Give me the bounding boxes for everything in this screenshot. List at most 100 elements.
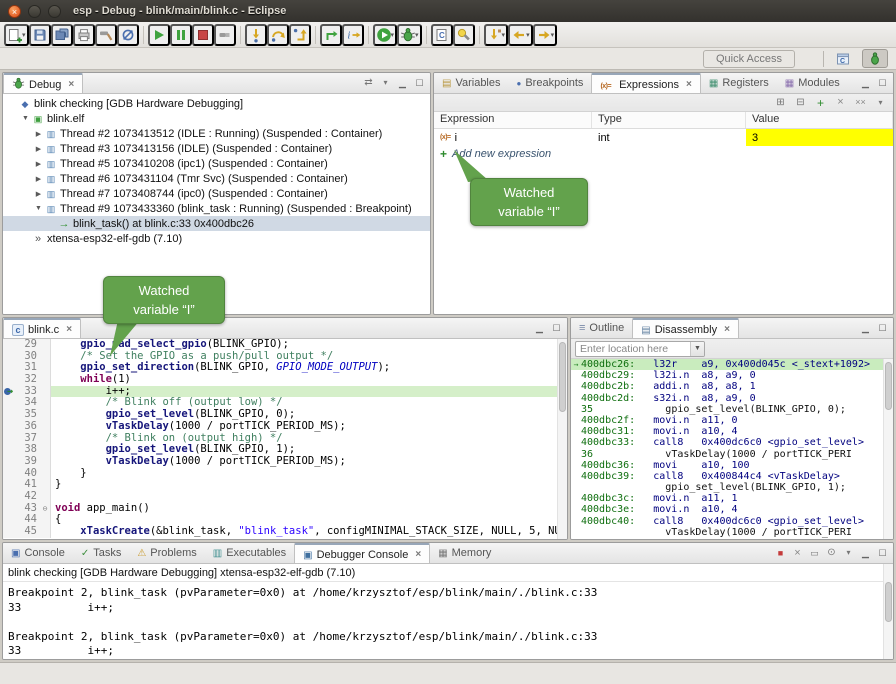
view-menu-icon[interactable]: ▾: [872, 95, 889, 110]
show-type-names-icon[interactable]: ⊞: [772, 95, 789, 110]
minimize-button[interactable]: ▁: [532, 321, 547, 335]
disassembly-vertical-scrollbar[interactable]: [883, 359, 893, 539]
debug-tree-row[interactable]: ▶▥Thread #6 1073431104 (Tmr Svc) (Suspen…: [3, 171, 430, 186]
location-combo[interactable]: Enter location here ▼: [575, 341, 705, 357]
column-header-value[interactable]: Value: [746, 112, 893, 128]
scrollbar-thumb[interactable]: [885, 362, 892, 410]
save-button[interactable]: [29, 24, 51, 46]
maximize-button-icon[interactable]: ☐: [875, 321, 890, 335]
debug-tree-row[interactable]: »xtensa-esp32-elf-gdb (7.10): [3, 231, 430, 246]
clear-console-icon[interactable]: ▭: [807, 546, 822, 560]
debug-tree-row[interactable]: ▼▣blink.elf: [3, 111, 430, 126]
instruction-stepping-button[interactable]: i: [342, 24, 364, 46]
close-tab-icon[interactable]: ×: [415, 549, 421, 560]
tab-problems[interactable]: ⚠Problems: [129, 543, 204, 563]
debug-tree-row[interactable]: ▶▥Thread #5 1073410208 (ipc1) (Suspended…: [3, 156, 430, 171]
window-close-button[interactable]: ×: [8, 5, 21, 18]
tab-console[interactable]: ▣Console: [3, 543, 73, 563]
close-tab-icon[interactable]: ×: [66, 324, 72, 335]
debug-perspective-button[interactable]: [862, 49, 888, 68]
step-over-button[interactable]: [267, 24, 289, 46]
step-into-button[interactable]: [245, 24, 267, 46]
scrollbar-thumb[interactable]: [559, 342, 566, 412]
add-expression-icon[interactable]: +: [812, 95, 829, 110]
new-button[interactable]: ▾: [4, 24, 29, 46]
remove-launch-icon[interactable]: ×: [790, 546, 805, 560]
expand-arrow-icon[interactable]: ▶: [33, 145, 44, 153]
maximize-button[interactable]: ☐: [549, 321, 564, 335]
run-button[interactable]: ▾: [373, 24, 398, 46]
view-menu-icon[interactable]: ▾: [378, 76, 393, 90]
back-button[interactable]: ▾: [508, 24, 533, 46]
tab-memory[interactable]: ▦Memory: [430, 543, 499, 563]
tab-modules[interactable]: ▦Modules: [777, 73, 848, 93]
step-return-button[interactable]: [289, 24, 311, 46]
terminate-red-icon[interactable]: ■: [773, 546, 788, 560]
last-edit-button[interactable]: ▾: [484, 24, 509, 46]
fold-marker[interactable]: ⊖: [40, 503, 51, 515]
tab-breakpoints[interactable]: ●Breakpoints: [509, 73, 592, 93]
minimize-button[interactable]: ▁: [395, 76, 410, 90]
close-tab-icon[interactable]: ×: [68, 79, 74, 90]
print-button[interactable]: [73, 24, 95, 46]
maximize-button[interactable]: ☐: [875, 546, 890, 560]
close-tab-icon[interactable]: ×: [686, 79, 692, 90]
cpp-perspective-button[interactable]: C: [830, 49, 856, 68]
expand-arrow-icon[interactable]: ▶: [33, 160, 44, 168]
quick-access-button[interactable]: Quick Access: [703, 50, 795, 68]
code-editor[interactable]: 29 gpio_pad_select_gpio(BLINK_GPIO);30 /…: [3, 339, 567, 539]
tab-debug[interactable]: Debug ×: [3, 73, 83, 94]
debug-tree-row[interactable]: →blink_task() at blink.c:33 0x400dbc26: [3, 216, 430, 231]
search-button[interactable]: [453, 24, 475, 46]
remove-expression-icon[interactable]: ×: [832, 95, 849, 110]
add-new-expression-row[interactable]: + Add new expression: [434, 146, 893, 162]
tab-outline[interactable]: ≡Outline: [571, 318, 632, 338]
save-all-button[interactable]: [51, 24, 73, 46]
window-maximize-button[interactable]: [48, 5, 61, 18]
disconnect-button[interactable]: [214, 24, 236, 46]
expand-arrow-icon[interactable]: ▶: [33, 190, 44, 198]
debug-tree-row[interactable]: ▼▥Thread #9 1073433360 (blink_task : Run…: [3, 201, 430, 216]
tab-tasks[interactable]: ✓Tasks: [73, 543, 130, 563]
tab-variables[interactable]: ▤Variables: [434, 73, 509, 93]
expand-arrow-icon[interactable]: ▼: [20, 115, 31, 122]
expression-row[interactable]: (x)=iint3: [434, 129, 893, 146]
debug-button[interactable]: ▾: [397, 24, 422, 46]
minimize-button[interactable]: ▁: [858, 546, 873, 560]
build-button[interactable]: [95, 24, 117, 46]
tab-expressions[interactable]: (x)=Expressions×: [591, 73, 700, 94]
forward-button[interactable]: ▾: [533, 24, 558, 46]
editor-vertical-scrollbar[interactable]: [557, 339, 567, 539]
terminate-button[interactable]: [192, 24, 214, 46]
debug-tree-row[interactable]: ▶▥Thread #3 1073413156 (IDLE) (Suspended…: [3, 141, 430, 156]
collapse-all-icon[interactable]: ⊟: [792, 95, 809, 110]
minimize-button-icon[interactable]: ▁: [858, 321, 873, 335]
console-vertical-scrollbar[interactable]: [883, 564, 893, 659]
window-minimize-button[interactable]: [28, 5, 41, 18]
debugger-console-body[interactable]: blink checking [GDB Hardware Debugging] …: [3, 564, 893, 659]
expand-arrow-icon[interactable]: ▶: [33, 130, 44, 138]
link-with-editor-icon[interactable]: ⇄: [361, 76, 376, 90]
tab-registers[interactable]: ▦Registers: [701, 73, 777, 93]
maximize-button[interactable]: ☐: [412, 76, 427, 90]
new-cpp-button[interactable]: C: [431, 24, 453, 46]
disassembly-listing[interactable]: →400dbc26: l32r a9, 0x400d045c <_stext+1…: [571, 359, 893, 539]
debug-tree-row[interactable]: ◆blink checking [GDB Hardware Debugging]: [3, 96, 430, 111]
tab-disassembly[interactable]: ▤Disassembly×: [632, 318, 739, 339]
drop-to-frame-button[interactable]: [320, 24, 342, 46]
debug-tree-row[interactable]: ▶▥Thread #2 1073413512 (IDLE : Running) …: [3, 126, 430, 141]
tab-blink-c[interactable]: c blink.c ×: [3, 318, 81, 339]
column-header-type[interactable]: Type: [592, 112, 746, 128]
chevron-down-icon[interactable]: ▼: [690, 342, 704, 356]
tab-debugger-console[interactable]: ▣Debugger Console×: [294, 543, 430, 564]
view-menu-icon[interactable]: ▾: [841, 546, 856, 560]
column-header-expression[interactable]: Expression: [434, 112, 592, 128]
debug-tree-row[interactable]: ▶▥Thread #7 1073408744 (ipc0) (Suspended…: [3, 186, 430, 201]
resume-button[interactable]: [148, 24, 170, 46]
minimize-button-icon[interactable]: ▁: [858, 76, 873, 90]
tab-executables[interactable]: ▥Executables: [205, 543, 294, 563]
suspend-button[interactable]: [170, 24, 192, 46]
maximize-button-icon[interactable]: ☐: [875, 76, 890, 90]
pin-console-icon[interactable]: ⊙: [824, 546, 839, 560]
remove-all-icon[interactable]: ××: [852, 95, 869, 110]
